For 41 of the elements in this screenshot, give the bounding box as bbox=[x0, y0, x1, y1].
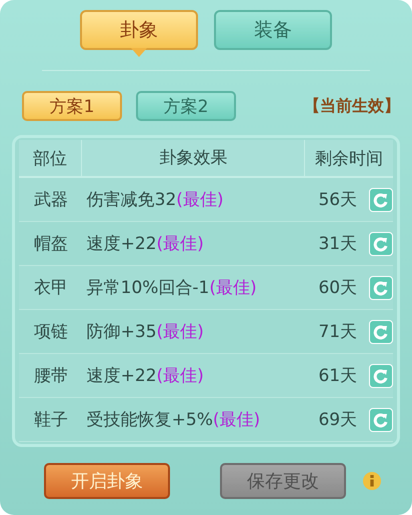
pointer-icon bbox=[131, 48, 147, 57]
column-header: 剩余时间 bbox=[314, 148, 384, 170]
refresh-icon bbox=[373, 412, 390, 428]
table-cell-text: 伤害减免32(最佳) bbox=[86, 189, 225, 211]
table-cell-text: 鞋子 bbox=[32, 409, 69, 431]
table-cell-text: 帽盔 bbox=[32, 233, 69, 255]
table-cell-text: 56天 bbox=[317, 189, 358, 211]
table-cell-text: 异常10%回合-1(最佳) bbox=[86, 277, 258, 299]
refresh-button[interactable] bbox=[369, 320, 393, 344]
plan-tab[interactable]: 方案1 bbox=[22, 91, 122, 121]
table-cell-text: 衣甲 bbox=[32, 277, 69, 299]
table-cell-text: 速度+22(最佳) bbox=[86, 365, 205, 387]
table-cell-text: 防御+35(最佳) bbox=[86, 321, 205, 343]
refresh-icon bbox=[373, 368, 390, 384]
table-cell-text: 项链 bbox=[32, 321, 69, 343]
column-header: 部位 bbox=[32, 148, 68, 170]
table-cell-text: 71天 bbox=[317, 321, 358, 343]
table-cell-text: 61天 bbox=[317, 365, 358, 387]
table-cell-text: 60天 bbox=[317, 277, 358, 299]
plan-tab[interactable]: 方案2 bbox=[136, 91, 236, 121]
table-cell-text: 速度+22(最佳) bbox=[86, 233, 205, 255]
table-cell-text: 69天 bbox=[317, 409, 358, 431]
refresh-button[interactable] bbox=[369, 232, 393, 256]
refresh-button[interactable] bbox=[369, 364, 393, 388]
refresh-icon bbox=[373, 324, 390, 340]
refresh-icon bbox=[373, 280, 390, 296]
info-icon[interactable] bbox=[362, 471, 382, 491]
refresh-button[interactable] bbox=[369, 276, 393, 300]
refresh-icon bbox=[373, 236, 390, 252]
table-cell-text: 受技能恢复+5%(最佳) bbox=[86, 409, 262, 431]
table-cell-text: 腰带 bbox=[32, 365, 69, 387]
refresh-button[interactable] bbox=[369, 408, 393, 432]
action-button[interactable]: 开启卦象 bbox=[44, 463, 170, 499]
column-header: 卦象效果 bbox=[81, 140, 306, 176]
table-cell-text: 武器 bbox=[32, 189, 69, 211]
tab[interactable]: 卦象 bbox=[80, 10, 198, 50]
refresh-button[interactable] bbox=[369, 188, 393, 212]
table-cell-text: 31天 bbox=[317, 233, 358, 255]
tab[interactable]: 装备 bbox=[214, 10, 332, 50]
refresh-icon bbox=[373, 192, 390, 208]
status-label: 【当前生效】 bbox=[304, 96, 400, 116]
